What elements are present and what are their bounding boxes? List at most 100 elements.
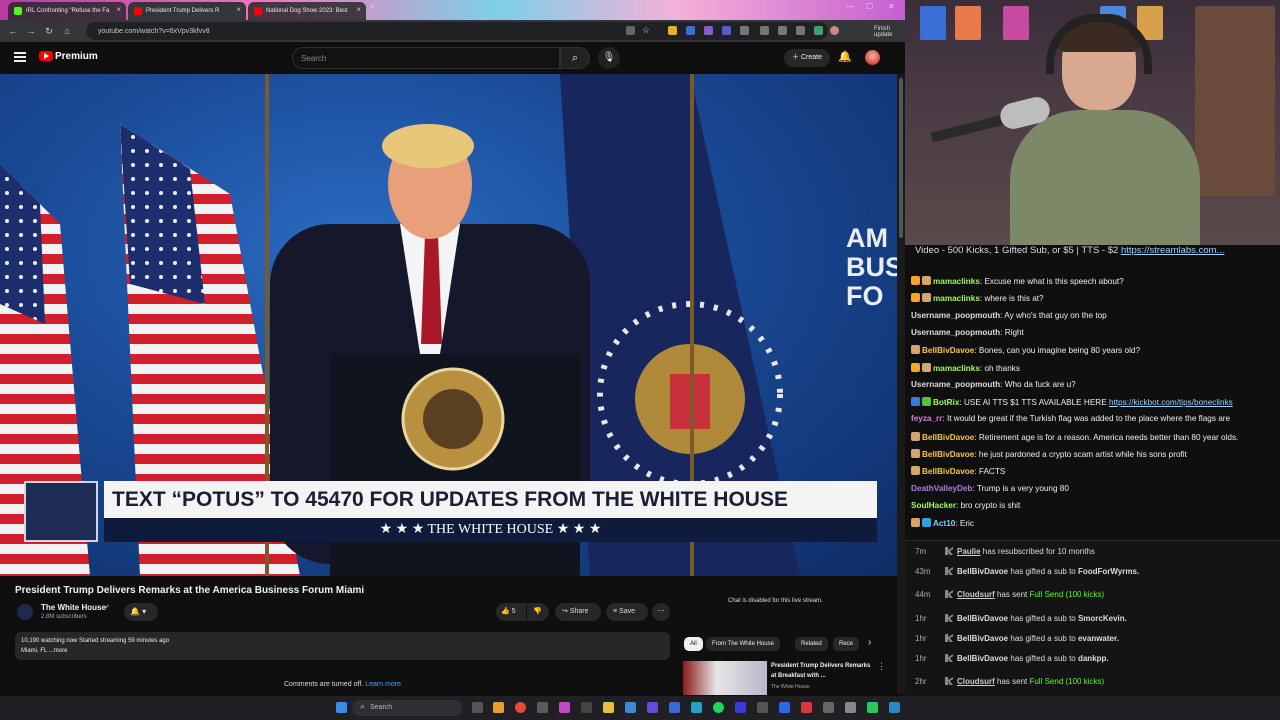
taskbar-app-icon[interactable]: [625, 702, 636, 713]
event-username[interactable]: BellBivDavoe: [957, 634, 1008, 643]
chat-username[interactable]: Act10: [933, 519, 955, 528]
home-icon[interactable]: ⌂: [58, 26, 76, 36]
event-username[interactable]: BellBivDavoe: [957, 614, 1008, 623]
close-tab-icon[interactable]: ×: [116, 5, 121, 14]
taskbar-app-icon[interactable]: [537, 702, 548, 713]
youtube-premium-label[interactable]: Premium: [55, 51, 98, 62]
taskbar-app-icon[interactable]: [493, 702, 504, 713]
chat-username[interactable]: BellBivDavoe: [922, 346, 974, 355]
profile-icon[interactable]: [830, 26, 839, 35]
taskbar-app-icon[interactable]: [801, 702, 812, 713]
spotify-icon[interactable]: [713, 702, 724, 713]
event-username[interactable]: Cloudsurf: [957, 590, 995, 599]
subscription-bell-button[interactable]: 🔔 ▾: [124, 603, 158, 621]
chat-username[interactable]: BellBivDavoe: [922, 467, 974, 476]
reload-icon[interactable]: ↻: [40, 26, 58, 37]
browser-tab-2[interactable]: President Trump Delivers R ×: [128, 2, 246, 20]
channel-name[interactable]: The White House: [41, 603, 106, 612]
event-username[interactable]: BellBivDavoe: [957, 654, 1008, 663]
close-tab-icon[interactable]: ×: [356, 5, 361, 14]
event-username[interactable]: Cloudsurf: [957, 677, 995, 686]
channel-avatar[interactable]: [17, 604, 33, 620]
extension-icon[interactable]: [704, 26, 713, 35]
chip-all[interactable]: All: [684, 637, 703, 651]
url-field[interactable]: youtube.com/watch?v=6xVpv3kfvv8: [86, 22, 828, 40]
extension-icon[interactable]: [722, 26, 731, 35]
search-button[interactable]: ⌕: [560, 47, 590, 69]
taskbar-app-icon[interactable]: [669, 702, 680, 713]
taskbar-app-icon[interactable]: [823, 702, 834, 713]
streamlabs-link[interactable]: https://streamlabs.com...: [1121, 245, 1224, 256]
browser-tab-3[interactable]: National Dog Show 2023: Best ×: [248, 2, 366, 20]
extensions-puzzle-icon[interactable]: [760, 26, 769, 35]
chat-username[interactable]: Username_poopmouth: [911, 328, 1000, 337]
extension-icon[interactable]: [626, 26, 635, 35]
taskbar-app-icon[interactable]: [691, 702, 702, 713]
youtube-logo-icon[interactable]: [39, 51, 53, 61]
file-explorer-icon[interactable]: [603, 702, 614, 713]
notifications-bell-icon[interactable]: 🔔: [838, 50, 852, 63]
chip-recent[interactable]: Rece: [833, 637, 859, 651]
taskbar-app-icon[interactable]: [779, 702, 790, 713]
finish-update-button[interactable]: Finish update: [874, 26, 905, 38]
chat-username[interactable]: BellBivDavoe: [922, 450, 974, 459]
chat-username[interactable]: mamaclinks: [933, 364, 980, 373]
event-username[interactable]: Paulie: [957, 547, 981, 556]
bookmark-star-icon[interactable]: ☆: [642, 26, 651, 35]
chrome-icon[interactable]: [515, 702, 526, 713]
browser-tab-1[interactable]: IRL Confronting "Refuse the Fa ×: [8, 2, 126, 20]
video-player[interactable]: AM BUS FO TEXT “POTUS” TO 45470 FOR UPDA…: [0, 74, 897, 576]
maximize-icon[interactable]: ☐: [866, 2, 873, 11]
chat-link[interactable]: https://kickbot.com/tips/boneclinks: [1109, 398, 1233, 407]
taskbar-app-icon[interactable]: [559, 702, 570, 713]
taskbar-search[interactable]: Search: [352, 700, 462, 716]
taskbar-app-icon[interactable]: [581, 702, 592, 713]
description-box[interactable]: 10,190 watching now Started streaming 59…: [15, 632, 670, 660]
taskbar-app-icon[interactable]: [735, 702, 746, 713]
chat-username[interactable]: feyza_rr: [911, 414, 942, 423]
chip-related[interactable]: Related: [795, 637, 828, 651]
task-view-icon[interactable]: [472, 702, 483, 713]
back-icon[interactable]: ←: [4, 26, 22, 36]
search-input[interactable]: Search: [292, 47, 560, 69]
create-button[interactable]: ＋ Create: [784, 49, 830, 67]
voice-search-button[interactable]: 🎙: [598, 47, 620, 69]
taskbar-app-icon[interactable]: [889, 702, 900, 713]
account-avatar[interactable]: [865, 50, 880, 65]
chat-username[interactable]: BotRix: [933, 398, 959, 407]
chat-username[interactable]: SoulHacker: [911, 501, 956, 510]
more-actions-button[interactable]: ⋯: [652, 603, 670, 621]
chat-username[interactable]: Username_poopmouth: [911, 311, 1000, 320]
chat-username[interactable]: mamaclinks: [933, 277, 980, 286]
close-window-icon[interactable]: ✕: [888, 2, 895, 11]
extension-icon[interactable]: [686, 26, 695, 35]
page-scrollbar[interactable]: [897, 74, 905, 694]
taskbar-app-icon[interactable]: [647, 702, 658, 713]
learn-more-link[interactable]: Learn more: [365, 681, 401, 688]
extension-icon[interactable]: [740, 26, 749, 35]
extension-icon[interactable]: [814, 26, 823, 35]
kebab-menu-icon[interactable]: ⋮: [877, 661, 886, 672]
new-tab-icon[interactable]: +: [370, 2, 375, 11]
like-button[interactable]: 👍 5: [496, 603, 526, 621]
taskbar-app-icon[interactable]: [845, 702, 856, 713]
taskbar-app-icon[interactable]: [757, 702, 768, 713]
save-button[interactable]: ≡ Save: [606, 603, 648, 621]
chat-username[interactable]: BellBivDavoe: [922, 433, 974, 442]
share-button[interactable]: ↪ Share: [555, 603, 601, 621]
forward-icon[interactable]: →: [22, 26, 40, 36]
minimize-icon[interactable]: —: [846, 2, 854, 11]
chat-username[interactable]: mamaclinks: [933, 294, 980, 303]
download-icon[interactable]: [796, 26, 805, 35]
sidepanel-icon[interactable]: [778, 26, 787, 35]
dislike-button[interactable]: 👎: [527, 603, 549, 621]
extension-icon[interactable]: [668, 26, 677, 35]
windows-start-icon[interactable]: [336, 702, 347, 713]
taskbar-app-icon[interactable]: [867, 702, 878, 713]
hamburger-menu-icon[interactable]: [14, 52, 26, 62]
related-video-title[interactable]: President Trump Delivers Remarks at Brea…: [771, 661, 871, 681]
event-username[interactable]: BellBivDavoe: [957, 567, 1008, 576]
chat-username[interactable]: Username_poopmouth: [911, 380, 1000, 389]
chat-username[interactable]: DeathValleyDeb: [911, 484, 972, 493]
chip-from-channel[interactable]: From The White House: [706, 637, 780, 651]
